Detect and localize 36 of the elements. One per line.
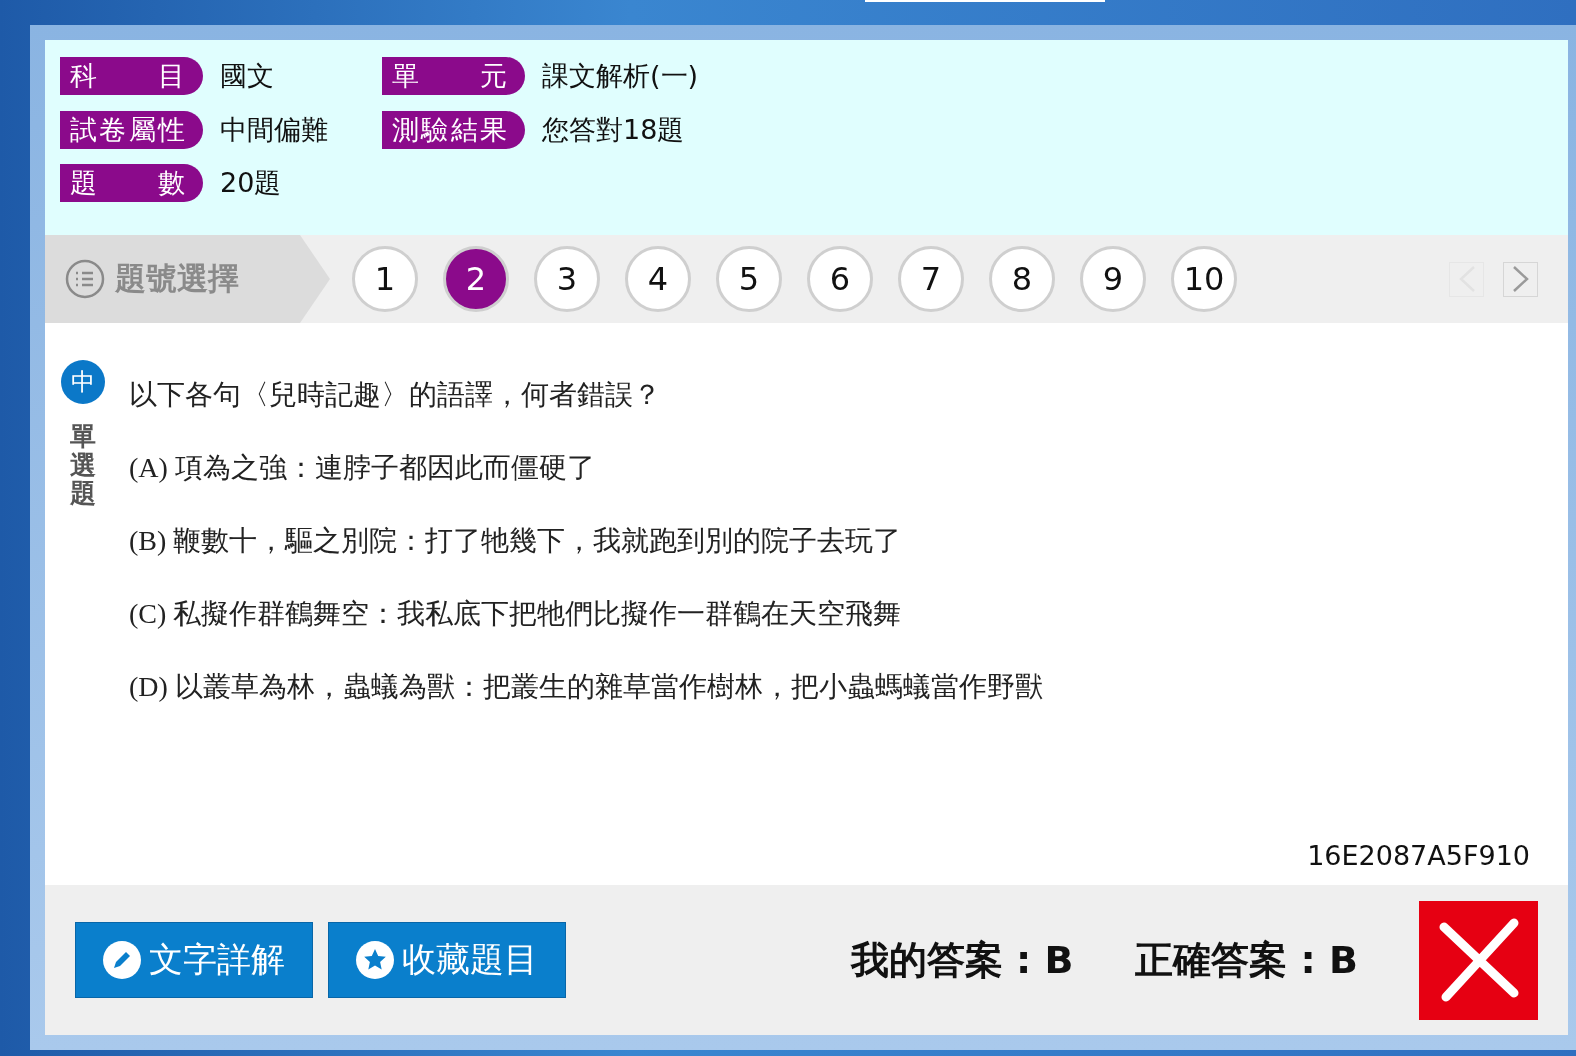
- info-value: 國文: [220, 59, 274, 93]
- info-label: 科 目: [60, 57, 203, 95]
- my-answer: 我的答案 : B: [850, 936, 1074, 984]
- list-icon: [65, 259, 105, 299]
- question-number-button[interactable]: 6: [807, 246, 873, 312]
- correct-answer: 正確答案 : B: [1135, 936, 1358, 984]
- question-number-button[interactable]: 10: [1171, 246, 1237, 312]
- question-number-button[interactable]: 3: [534, 246, 600, 312]
- next-button[interactable]: [1503, 261, 1538, 297]
- question-number-button[interactable]: 2: [443, 246, 509, 312]
- info-label: 單 元: [382, 57, 525, 95]
- question-number-button[interactable]: 5: [716, 246, 782, 312]
- info-value: 您答對18題: [542, 112, 685, 147]
- answer-option: (D) 以叢草為林，蟲蟻為獸：把叢生的雜草當作樹林，把小蟲螞蟻當作野獸: [129, 670, 1043, 703]
- pencil-icon: [103, 941, 141, 979]
- info-label: 測驗結果: [382, 110, 525, 149]
- difficulty-badge: 中: [61, 360, 105, 404]
- answer-option: (C) 私擬作群鶴舞空：我私底下把牠們比擬作一群鶴在天空飛舞: [129, 597, 1043, 630]
- question-code: 16E2087A5F910: [1307, 840, 1530, 871]
- question-number-button[interactable]: 9: [1080, 246, 1146, 312]
- bookmark-button[interactable]: 收藏題目: [328, 922, 566, 998]
- question-number-button[interactable]: 7: [898, 246, 964, 312]
- question-text: 以下各句〈兒時記趣〉的語譯，何者錯誤？: [129, 378, 662, 411]
- question-number-button[interactable]: 8: [989, 246, 1055, 312]
- info-label: 試卷屬性: [60, 110, 203, 149]
- question-type: 單選題: [70, 422, 96, 508]
- answer-option: (A) 項為之強：連脖子都因此而僵硬了: [129, 451, 1043, 484]
- explanation-button[interactable]: 文字詳解: [75, 922, 313, 998]
- question-number-button[interactable]: 4: [625, 246, 691, 312]
- nav-title: 題號選擇: [115, 259, 239, 298]
- info-value: 20題: [220, 166, 282, 200]
- answer-option: (B) 鞭數十，驅之別院：打了牠幾下，我就跑到別的院子去玩了: [129, 524, 1043, 557]
- info-value: 課文解析(一): [542, 59, 699, 93]
- info-value: 中間偏難: [220, 112, 328, 147]
- info-label: 題 數: [60, 164, 203, 202]
- question-number-button[interactable]: 1: [352, 246, 418, 312]
